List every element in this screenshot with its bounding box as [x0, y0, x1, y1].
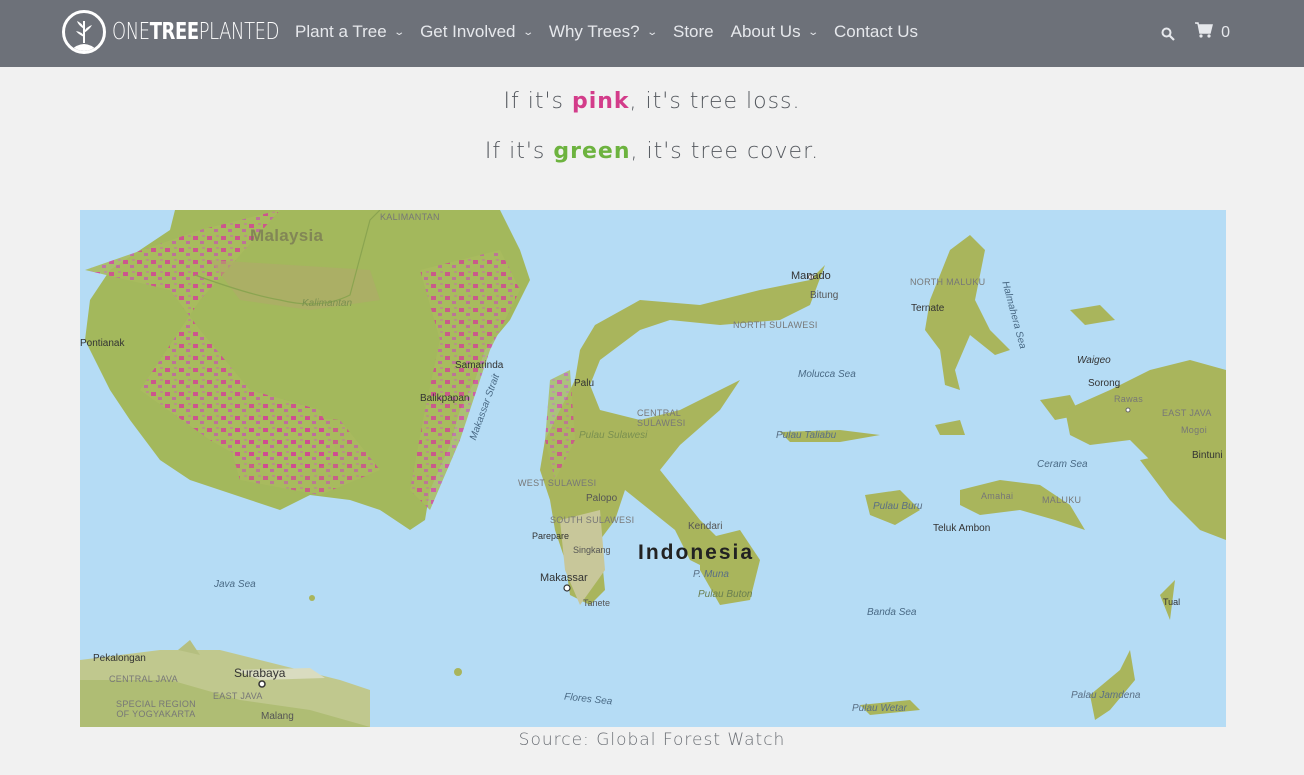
pink-keyword: pink [571, 89, 630, 114]
menu-get-involved[interactable]: Get Involved ⌄ [420, 22, 534, 42]
map-label-city: Kendari [688, 521, 723, 532]
map-label-region: NORTH MALUKU [910, 277, 986, 287]
chevron-down-icon: ⌄ [645, 26, 658, 38]
map-label-city: Tanete [583, 598, 611, 608]
tree-logo-icon [62, 10, 106, 54]
map-label-region: Mogoi [1181, 425, 1208, 435]
green-keyword: green [553, 139, 631, 164]
map-label-island: Pulau Buton [698, 589, 753, 600]
menu-why-trees[interactable]: Why Trees? ⌄ [549, 22, 658, 42]
logo-text: ONETREEPLANTED [112, 19, 280, 45]
map-label-country: Indonesia [638, 541, 755, 564]
map-label-island: P. Muna [693, 569, 729, 580]
map-label-city: Sorong [1088, 378, 1121, 389]
map-label-region: KALIMANTAN [380, 212, 440, 222]
map-label-sea: Java Sea [214, 579, 256, 590]
map-label-sea: Molucca Sea [798, 369, 856, 380]
cart-icon[interactable] [1195, 22, 1214, 43]
map-label-city: Balikpapan [420, 393, 470, 404]
map-label-region: SOUTH SULAWESI [550, 515, 635, 525]
map-label-region: CENTRAL SULAWESI [637, 408, 686, 428]
map-label-region: Kalimantan [302, 298, 353, 309]
map-label-city: Palopo [586, 493, 618, 504]
menu-contact-us[interactable]: Contact Us [834, 22, 918, 42]
map-label-sea: Ceram Sea [1037, 459, 1088, 470]
map-label-city: Ternate [911, 303, 945, 314]
map-label-island: Waigeo [1077, 355, 1111, 366]
map-label-city: Samarinda [455, 360, 504, 371]
map-label-region: Rawas [1114, 394, 1144, 404]
map-label-island: Pulau Sulawesi [579, 430, 648, 441]
map-label-region: MALUKU [1042, 495, 1082, 505]
map-label-city: Tual [1163, 597, 1181, 607]
map-label-region: EAST JAVA [213, 691, 263, 701]
map-label-city: Palu [574, 378, 595, 389]
menu-about-us[interactable]: About Us ⌄ [731, 22, 819, 42]
map-label-city: Makassar [540, 572, 588, 584]
map-label-city: Singkang [573, 545, 611, 555]
map-label-city: Malang [261, 711, 294, 722]
legend-line-cover: If it's green, it's tree cover. [484, 139, 820, 164]
map-label-island: Palau Jamdena [1071, 690, 1141, 701]
source-caption: Source: Global Forest Watch [518, 730, 786, 750]
map-label-city: Teluk Ambon [933, 523, 991, 534]
logo[interactable]: ONETREEPLANTED [62, 10, 326, 54]
forest-map[interactable]: Indonesia Malaysia KALIMANTAN Kalimantan… [80, 210, 1226, 727]
map-label-city: Manado [791, 270, 831, 282]
map-label-island: Pulau Taliabu [776, 430, 837, 441]
map-label-island: Pulau Wetar [852, 703, 907, 714]
cart-count[interactable]: 0 [1221, 24, 1230, 42]
main-menu: Plant a Tree ⌄ Get Involved ⌄ Why Trees? ⌄ … [295, 22, 935, 42]
map-label-city: Pekalongan [93, 653, 146, 664]
map-label-city: Parepare [532, 531, 570, 541]
menu-store[interactable]: Store [673, 22, 714, 42]
menu-plant-a-tree[interactable]: Plant a Tree ⌄ [295, 22, 405, 42]
search-icon[interactable] [1161, 23, 1175, 43]
map-label-island: Pulau Buru [873, 501, 923, 512]
map-label-region: NORTH SULAWESI [733, 320, 818, 330]
chevron-down-icon: ⌄ [521, 26, 534, 38]
nav-actions: 0 [1161, 22, 1230, 43]
legend-line-loss: If it's pink, it's tree loss. [503, 89, 801, 114]
map-label-city: Bitung [810, 290, 839, 301]
map-label-city: Bintuni [1192, 450, 1223, 461]
chevron-down-icon: ⌄ [806, 26, 819, 38]
map-label-region: WEST SULAWESI [518, 478, 597, 488]
chevron-down-icon: ⌄ [392, 26, 405, 38]
map-label-region: Malaysia [250, 226, 324, 245]
map-label-city: Surabaya [234, 666, 286, 680]
map-label-region: EAST JAVA [1162, 408, 1212, 418]
map-label-region: Amahai [981, 491, 1014, 501]
map-label-city: Pontianak [80, 338, 125, 349]
top-navigation: ONETREEPLANTED Plant a Tree ⌄ Get Involve… [0, 0, 1304, 67]
map-label-sea: Banda Sea [867, 607, 917, 618]
map-label-region: SPECIAL REGION OF YOGYAKARTA [116, 699, 196, 719]
map-label-region: CENTRAL JAVA [109, 674, 178, 684]
